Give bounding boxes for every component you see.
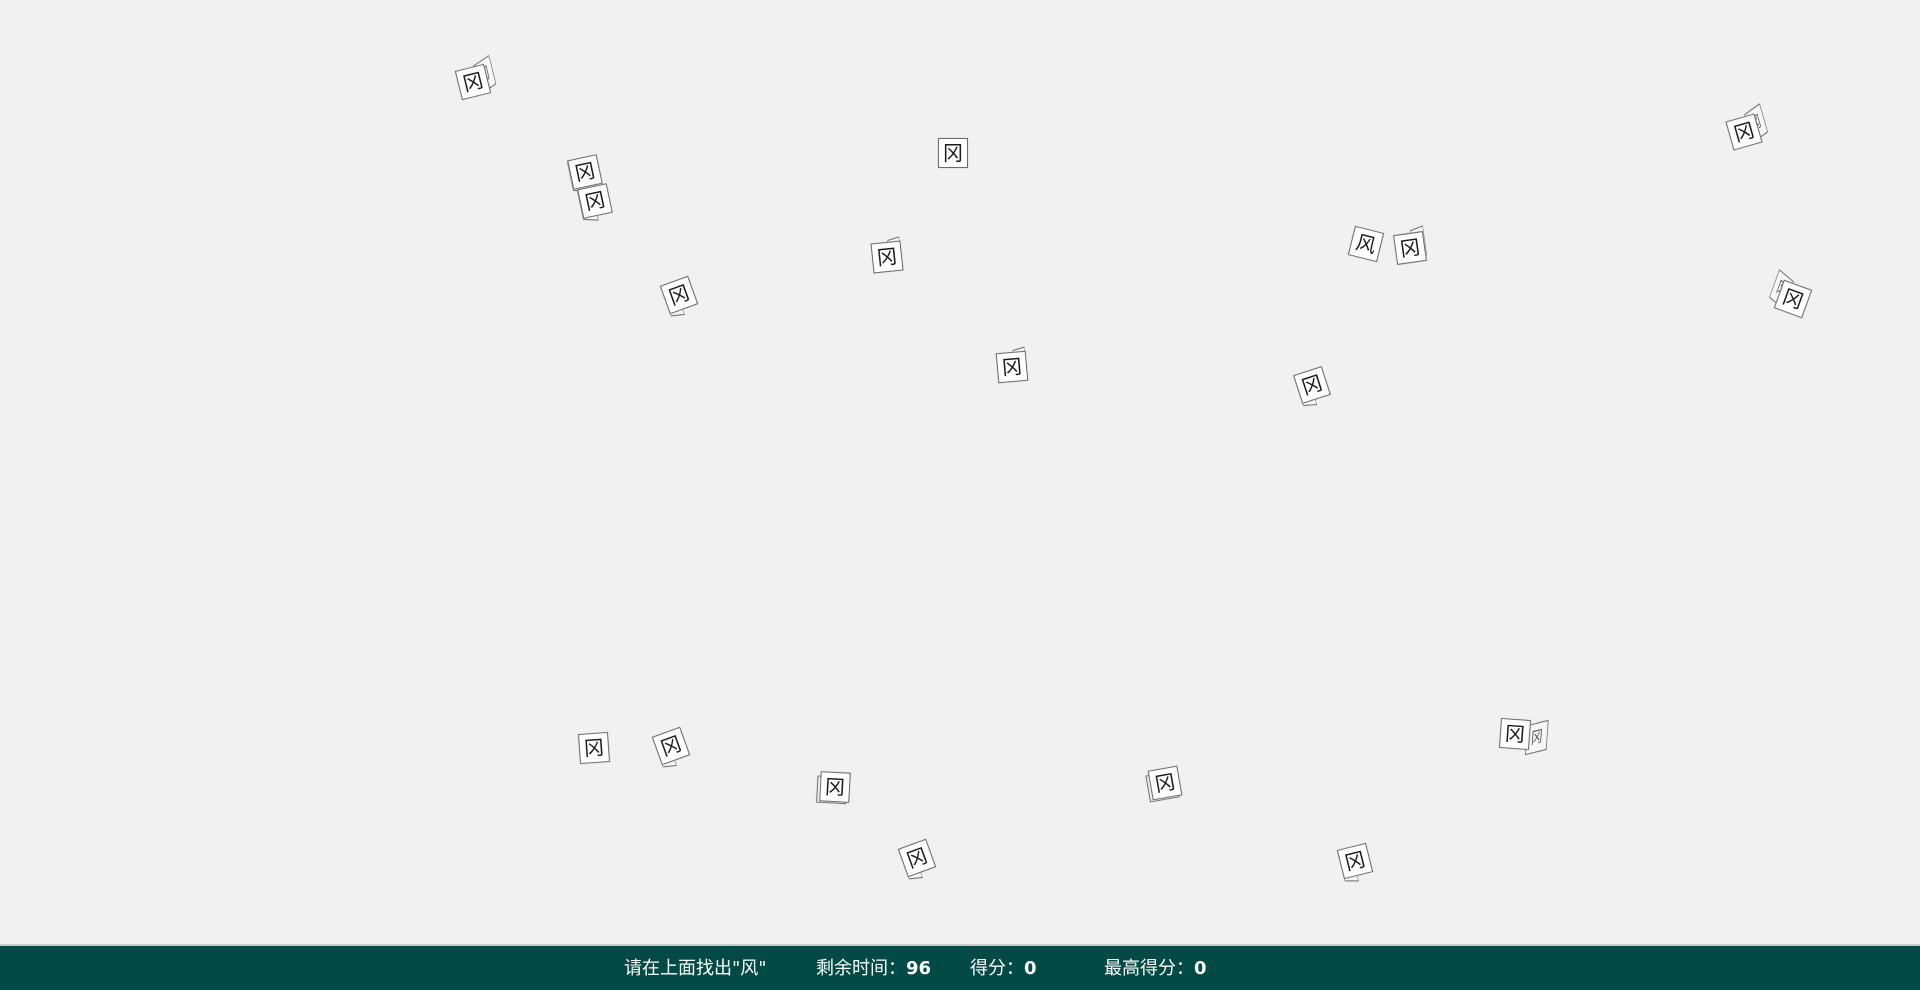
score: 得分：0 — [970, 959, 1037, 979]
char-cube[interactable]: 冈 冈 — [1725, 103, 1768, 151]
char-cube[interactable]: 冈 冈 — [1293, 366, 1331, 407]
score-label: 得分： — [970, 958, 1024, 979]
score-value: 0 — [1024, 958, 1037, 979]
cube-front-face: 冈 — [1393, 231, 1427, 265]
cube-front-face: 冈 — [938, 138, 968, 168]
target-character: "风" — [732, 958, 767, 979]
char-cube[interactable]: 冈 冈 — [651, 726, 691, 768]
cube-front-face: 冈 — [819, 771, 851, 803]
char-cube[interactable]: 冈 冈 — [1769, 269, 1813, 319]
time-remaining: 剩余时间：96 — [816, 959, 931, 979]
char-cube[interactable]: 冈 冈 — [659, 275, 699, 317]
cube-front-face: 冈 — [651, 726, 691, 766]
char-cube[interactable]: 冈 冈 — [1145, 765, 1183, 803]
cube-front-face: 冈 — [659, 275, 699, 315]
cube-front-face: 冈 — [1293, 366, 1331, 404]
game-board: 冈 冈 冈 冈 冈 冈 冈 冈 冈 冈 冈 冈 冈 风 冈 冈 冈 冈 冈 冈 … — [0, 0, 1920, 943]
char-cube[interactable]: 冈 — [577, 731, 611, 765]
char-cube[interactable]: 冈 冈 — [816, 771, 851, 805]
char-cube[interactable]: 冈 冈 — [454, 55, 497, 101]
char-cube[interactable]: 冈 冈 — [1336, 842, 1374, 882]
cube-front-face: 风 — [1347, 225, 1385, 263]
cube-front-face: 冈 — [870, 240, 904, 274]
best-value: 0 — [1194, 958, 1207, 979]
target-cube[interactable]: 风 — [1347, 225, 1385, 263]
best-label: 最高得分： — [1104, 958, 1194, 979]
cube-front-face: 冈 — [577, 183, 613, 219]
target-prompt: 请在上面找出"风" — [624, 959, 767, 979]
time-value: 96 — [906, 958, 932, 979]
char-cube[interactable]: 冈 冈 — [995, 346, 1029, 384]
cube-front-face: 冈 — [897, 838, 937, 878]
char-cube[interactable]: 冈 冈 — [1498, 717, 1549, 756]
best-score: 最高得分：0 — [1104, 959, 1207, 979]
cube-front-face: 冈 — [1498, 717, 1532, 751]
char-cube[interactable]: 冈 — [938, 138, 968, 168]
time-label: 剩余时间： — [816, 958, 906, 979]
cube-front-face: 冈 — [577, 731, 611, 765]
cube-front-face: 冈 — [1147, 765, 1183, 801]
cube-front-face: 冈 — [995, 350, 1029, 384]
prompt-prefix: 请在上面找出 — [624, 958, 732, 979]
status-bar: 请在上面找出"风" 剩余时间：96 得分：0 最高得分：0 — [0, 944, 1920, 990]
char-cube[interactable]: 冈 冈 — [897, 838, 937, 880]
char-cube[interactable]: 冈 冈 — [870, 236, 904, 274]
char-cube[interactable]: 冈 冈 — [576, 183, 613, 221]
char-cube[interactable]: 冈 冈 — [1393, 225, 1427, 265]
cube-front-face: 冈 — [1336, 842, 1374, 880]
